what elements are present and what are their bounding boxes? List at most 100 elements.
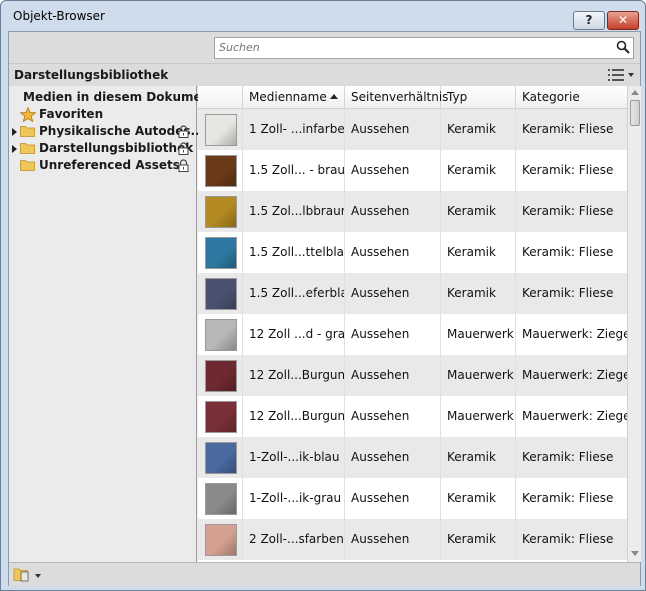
cell-thumbnail (198, 150, 243, 191)
table-header: Medienname Seitenverhältnis Typ Kategori… (198, 86, 627, 109)
window-title: Objekt-Browser (13, 9, 105, 23)
cell-medienname: 1-Zoll-...ik-blau (243, 437, 345, 478)
search-icon[interactable] (616, 40, 630, 54)
cell-typ: Keramik (441, 273, 516, 314)
cell-kategorie: Keramik: Fliese (522, 122, 614, 136)
lock-icon (178, 142, 189, 155)
library-manage-icon[interactable] (13, 566, 43, 583)
material-swatch-thumbnail (205, 278, 237, 310)
material-swatch-thumbnail (205, 319, 237, 351)
column-header-thumbnail[interactable] (198, 86, 243, 108)
material-swatch-thumbnail (205, 114, 237, 146)
cell-typ: Mauerwerk (441, 314, 516, 355)
lock-icon (178, 125, 189, 138)
table-row[interactable]: 12 Zoll...Burgund Aussehen Mauerwerk Mauerw… (198, 355, 627, 396)
cell-medienname: 12 Zoll...Burgund (243, 396, 345, 437)
cell-seitenverhaeltnis: Aussehen (345, 478, 441, 519)
column-header-medienname[interactable]: Medienname (243, 86, 345, 108)
scroll-up-arrow-icon[interactable] (631, 90, 639, 95)
cell-medienname: 1.5 Zoll... - braun (243, 150, 345, 191)
cell-seitenverhaeltnis: Aussehen (345, 273, 441, 314)
table-row[interactable]: 1.5 Zoll...ttelblau Aussehen Keramik Kerami… (198, 232, 627, 273)
cell-medienname: 1.5 Zol...lbbraun (243, 191, 345, 232)
cell-medienname: 1.5 Zoll...eferblau (243, 273, 345, 314)
list-view-options-icon[interactable] (606, 68, 636, 82)
cell-thumbnail (198, 314, 243, 355)
search-bar (9, 32, 640, 63)
lock-icon (178, 159, 189, 172)
cell-kategorie: Keramik: Fliese (522, 450, 614, 464)
scrollbar-thumb[interactable] (630, 100, 640, 126)
material-swatch-thumbnail (205, 360, 237, 392)
material-swatch-thumbnail (205, 524, 237, 556)
material-swatch-thumbnail (205, 442, 237, 474)
cell-seitenverhaeltnis: Aussehen (345, 437, 441, 478)
table-row[interactable]: 1.5 Zoll...eferblau Aussehen Keramik Kerami… (198, 273, 627, 314)
cell-typ: Keramik (441, 478, 516, 519)
table-row[interactable]: 1-Zoll-...ik-blau Aussehen Keramik Keramik:… (198, 437, 627, 478)
cell-typ: Keramik (441, 191, 516, 232)
search-input[interactable] (219, 40, 599, 55)
cell-seitenverhaeltnis: Aussehen (345, 355, 441, 396)
cell-typ: Mauerwerk (441, 355, 516, 396)
cell-kategorie: Mauerwerk: Ziegel (522, 368, 627, 382)
close-button[interactable]: ✕ (607, 11, 639, 30)
table-row[interactable]: 12 Zoll...Burgund Aussehen Mauerwerk Mauerw… (198, 396, 627, 437)
expand-arrow-icon[interactable] (12, 128, 17, 136)
cell-thumbnail (198, 396, 243, 437)
cell-thumbnail (198, 273, 243, 314)
title-bar[interactable]: Objekt-Browser ? ✕ (1, 1, 645, 31)
tree-item-physikalische-autodesk[interactable]: Physikalische Autodes... (9, 123, 204, 140)
cell-seitenverhaeltnis: Aussehen (345, 109, 441, 150)
cell-kategorie: Keramik: Fliese (522, 245, 614, 259)
cell-kategorie: Mauerwerk: Ziegel (522, 409, 627, 423)
column-header-kategorie[interactable]: Kategorie (516, 86, 627, 108)
footer-bar (9, 562, 640, 586)
cell-medienname: 1 Zoll- ...infarben (243, 109, 345, 150)
cell-typ: Keramik (441, 109, 516, 150)
cell-seitenverhaeltnis: Aussehen (345, 314, 441, 355)
material-swatch-thumbnail (205, 237, 237, 269)
table-row[interactable]: 1.5 Zol...lbbraun Aussehen Keramik Keramik:… (198, 191, 627, 232)
column-header-seitenverhaeltnis[interactable]: Seitenverhältnis (345, 86, 448, 108)
column-header-typ[interactable]: Typ (441, 86, 516, 108)
cell-medienname: 1-Zoll-...ik-grau (243, 478, 345, 519)
search-box[interactable] (214, 37, 634, 59)
table-row[interactable]: 2 Zoll-...sfarben Aussehen Keramik Keramik:… (198, 519, 627, 560)
cell-typ: Keramik (441, 519, 516, 560)
tree-header[interactable]: Medien in diesem Dokument (9, 89, 216, 106)
cell-kategorie: Keramik: Fliese (522, 491, 614, 505)
expand-arrow-icon[interactable] (12, 145, 17, 153)
cell-kategorie: Keramik: Fliese (522, 532, 614, 546)
cell-typ: Mauerwerk (441, 396, 516, 437)
vertical-scrollbar[interactable] (627, 86, 641, 562)
tree-item-darstellungsbibliothek[interactable]: Darstellungsbibliothek (9, 140, 196, 157)
object-browser-window: Objekt-Browser ? ✕ Darstellungsbibliothe… (0, 0, 646, 591)
library-tree: Medien in diesem Dokument Favoriten Phys… (9, 86, 216, 562)
material-swatch-thumbnail (205, 401, 237, 433)
tree-item-label: Darstellungsbibliothek (39, 141, 194, 155)
cell-seitenverhaeltnis: Aussehen (345, 150, 441, 191)
folder-icon (20, 160, 35, 171)
cell-kategorie: Mauerwerk: Ziegel (522, 327, 627, 341)
folder-icon (20, 143, 35, 154)
tree-item-unreferenced-assets[interactable]: Unreferenced Assets (9, 157, 196, 174)
table-row[interactable]: 1-Zoll-...ik-grau Aussehen Keramik Keramik:… (198, 478, 627, 519)
table-row[interactable]: 1 Zoll- ...infarben Aussehen Keramik Kerami… (198, 109, 627, 150)
sort-ascending-icon (330, 94, 338, 99)
table-row[interactable]: 1.5 Zoll... - braun Aussehen Keramik Kerami… (198, 150, 627, 191)
cell-kategorie: Keramik: Fliese (522, 204, 614, 218)
tree-item-favoriten[interactable]: Favoriten (9, 106, 196, 123)
help-button[interactable]: ? (573, 11, 605, 30)
cell-thumbnail (198, 478, 243, 519)
scroll-down-arrow-icon[interactable] (631, 551, 639, 556)
star-icon (20, 107, 36, 122)
cell-medienname: 1.5 Zoll...ttelblau (243, 232, 345, 273)
tree-item-label: Unreferenced Assets (39, 158, 180, 172)
tree-item-label: Favoriten (39, 107, 104, 121)
asset-table: Medienname Seitenverhältnis Typ Kategori… (198, 86, 627, 562)
cell-thumbnail (198, 232, 243, 273)
cell-thumbnail (198, 191, 243, 232)
table-row[interactable]: 12 Zoll ...d - grau Aussehen Mauerwerk Maue… (198, 314, 627, 355)
cell-seitenverhaeltnis: Aussehen (345, 519, 441, 560)
